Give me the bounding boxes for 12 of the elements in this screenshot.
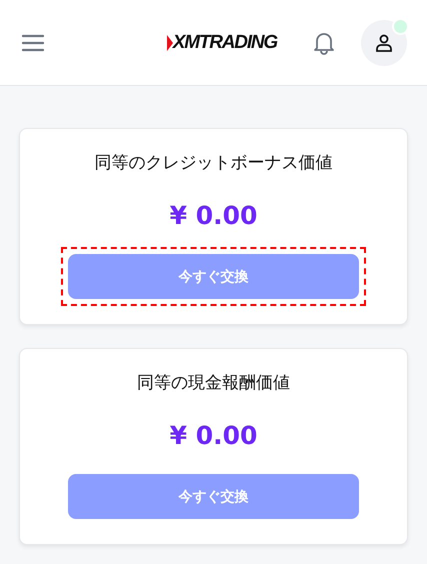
amount: ¥ 0.00 bbox=[170, 421, 258, 451]
amount: ¥ 0.00 bbox=[170, 201, 258, 231]
user-icon bbox=[375, 34, 393, 52]
logo-mark-icon bbox=[166, 34, 173, 50]
card-title: 同等のクレジットボーナス価値 bbox=[94, 152, 332, 175]
logo-text: XMTRADING bbox=[172, 32, 277, 54]
card-title: 同等の現金報酬価値 bbox=[137, 372, 290, 395]
exchange-button[interactable]: 今すぐ交換 bbox=[68, 254, 359, 299]
menu-icon[interactable] bbox=[22, 34, 44, 52]
bell-icon[interactable] bbox=[313, 30, 335, 54]
exchange-button[interactable]: 今すぐ交換 bbox=[68, 474, 359, 519]
profile-button[interactable] bbox=[361, 20, 407, 66]
